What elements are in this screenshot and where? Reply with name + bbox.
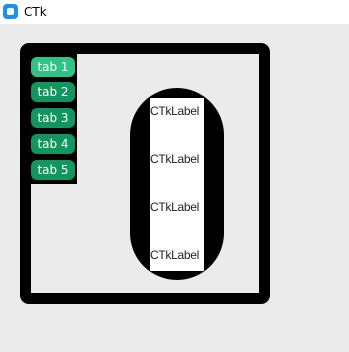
ctk-label-1: CTkLabel <box>150 104 199 118</box>
tab-5-button[interactable]: tab 5 <box>31 160 75 180</box>
ctk-label-3: CTkLabel <box>150 200 199 214</box>
window-title: CTk <box>24 5 47 19</box>
tab-2-button[interactable]: tab 2 <box>31 82 75 102</box>
tab-4-button[interactable]: tab 4 <box>31 134 75 154</box>
app-icon <box>3 4 18 19</box>
label-column: CTkLabel CTkLabel CTkLabel CTkLabel <box>150 98 204 271</box>
tab-bar: tab 1 tab 2 tab 3 tab 4 tab 5 <box>29 54 77 184</box>
ctk-label-4: CTkLabel <box>150 248 199 262</box>
title-bar: CTk <box>0 0 349 24</box>
tab-1-button[interactable]: tab 1 <box>31 57 75 77</box>
tab-3-button[interactable]: tab 3 <box>31 108 75 128</box>
ctk-label-2: CTkLabel <box>150 152 199 166</box>
